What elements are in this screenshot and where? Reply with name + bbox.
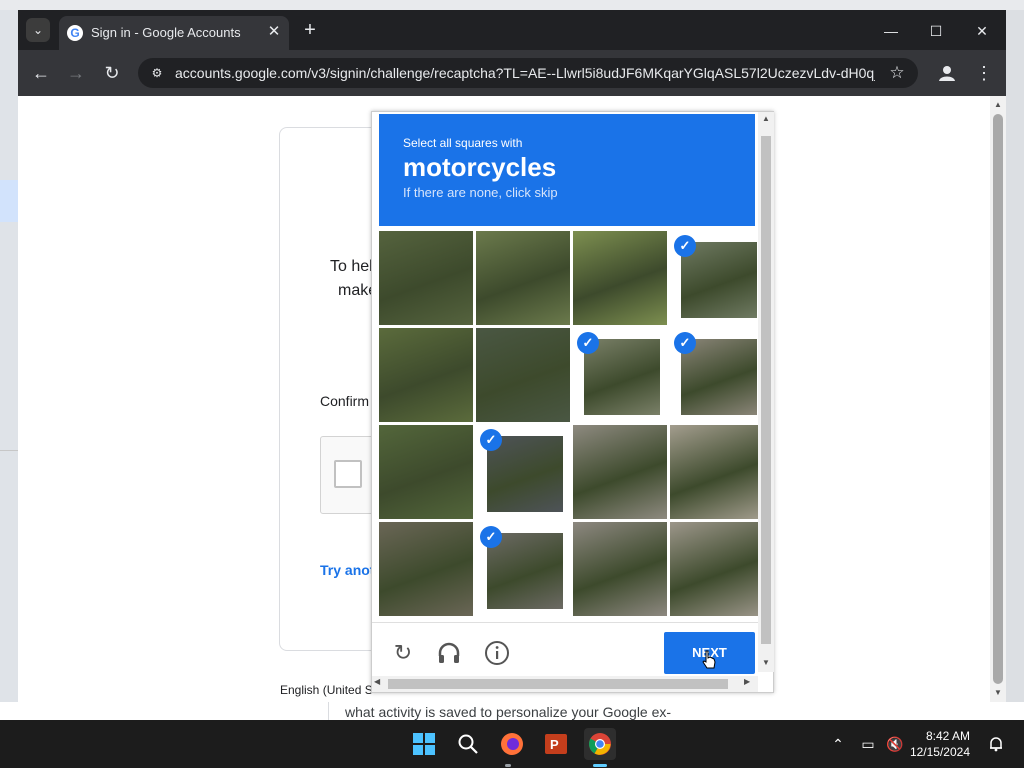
- captcha-tile[interactable]: [476, 328, 570, 422]
- google-favicon-icon: G: [67, 25, 83, 41]
- captcha-tile[interactable]: ✓: [573, 328, 667, 422]
- tab-title: Sign in - Google Accounts: [91, 25, 241, 40]
- notifications-bell-icon[interactable]: [986, 734, 1006, 754]
- skip-hint-text: If there are none, click skip: [403, 185, 558, 200]
- firefox-icon[interactable]: [496, 728, 528, 760]
- tile-image: [379, 425, 473, 519]
- tab-search-button[interactable]: ⌄: [26, 18, 50, 42]
- try-another-way-link[interactable]: Try anot: [320, 562, 374, 578]
- tile-image: [379, 328, 473, 422]
- new-tab-button[interactable]: +: [298, 18, 322, 42]
- target-object-text: motorcycles: [403, 152, 557, 182]
- url-text[interactable]: accounts.google.com/v3/signin/challenge/…: [175, 65, 875, 81]
- system-clock[interactable]: 8:42 AM 12/15/2024: [908, 728, 970, 760]
- checkmark-icon: ✓: [480, 429, 502, 451]
- recaptcha-challenge-popup: Select all squares with motorcycles If t…: [371, 111, 774, 693]
- chrome-icon[interactable]: [584, 728, 616, 760]
- tile-image: [573, 425, 667, 519]
- checkmark-icon: ✓: [674, 235, 696, 257]
- checkmark-icon: ✓: [480, 526, 502, 548]
- captcha-tile[interactable]: [670, 425, 764, 519]
- network-icon[interactable]: ▭: [858, 734, 878, 754]
- captcha-tile[interactable]: ✓: [476, 522, 570, 616]
- windows-start-icon[interactable]: [408, 728, 440, 760]
- tile-image: [573, 522, 667, 616]
- captcha-tile[interactable]: [379, 231, 473, 325]
- popup-horizontal-scrollbar[interactable]: ◀ ▶: [372, 676, 758, 692]
- site-info-icon[interactable]: ⚙: [148, 64, 166, 82]
- footer-divider: [372, 622, 759, 623]
- background-window-edge-right: [1006, 10, 1024, 720]
- maximize-button[interactable]: ☐: [925, 20, 947, 42]
- captcha-tile[interactable]: [573, 231, 667, 325]
- tile-image: [379, 522, 473, 616]
- clock-time: 8:42 AM: [925, 729, 970, 743]
- challenge-image-grid: ✓ ✓ ✓ ✓ ✓: [379, 231, 764, 617]
- recaptcha-checkbox[interactable]: [334, 460, 362, 488]
- windows-taskbar: P ⌃ ▭ 🔇 8:42 AM 12/15/2024: [0, 720, 1024, 768]
- back-arrow-icon[interactable]: ←: [30, 62, 52, 84]
- tile-image: [670, 425, 764, 519]
- tile-image: [573, 231, 667, 325]
- minimize-button[interactable]: —: [880, 20, 902, 42]
- hand-cursor-icon: [702, 650, 716, 669]
- search-icon[interactable]: [452, 728, 484, 760]
- captcha-tile[interactable]: [476, 231, 570, 325]
- reload-icon[interactable]: ↻: [101, 62, 123, 84]
- captcha-tile[interactable]: [670, 522, 764, 616]
- challenge-header: Select all squares with motorcycles If t…: [379, 114, 755, 226]
- tray-chevron-icon[interactable]: ⌃: [828, 734, 848, 754]
- audio-challenge-icon[interactable]: [436, 640, 462, 666]
- clock-date: 12/15/2024: [909, 745, 970, 759]
- background-partial-text: what activity is saved to personalize yo…: [345, 704, 672, 720]
- bookmark-star-icon[interactable]: ☆: [886, 62, 908, 84]
- captcha-tile[interactable]: [379, 328, 473, 422]
- captcha-tile[interactable]: [573, 425, 667, 519]
- tile-image: [670, 522, 764, 616]
- page-viewport: To hel make Confirm Try anot English (Un…: [18, 96, 990, 702]
- captcha-tile[interactable]: [379, 425, 473, 519]
- confirm-label: Confirm: [320, 393, 370, 409]
- tab-strip: ⌄ G Sign in - Google Accounts ✕ + — ☐ ✕: [18, 10, 1006, 50]
- background-window-bottom: what activity is saved to personalize yo…: [0, 702, 1024, 720]
- desktop-top-strip: [0, 0, 1024, 10]
- tile-image: [476, 328, 570, 422]
- address-bar[interactable]: ⚙ accounts.google.com/v3/signin/challeng…: [138, 58, 918, 88]
- volume-muted-icon[interactable]: 🔇: [885, 734, 905, 754]
- tile-image: [476, 231, 570, 325]
- tile-image: [379, 231, 473, 325]
- checkmark-icon: ✓: [674, 332, 696, 354]
- captcha-tile[interactable]: ✓: [476, 425, 570, 519]
- popup-vertical-scrollbar[interactable]: ▲ ▼: [758, 112, 774, 672]
- reload-challenge-icon[interactable]: ↻: [390, 640, 416, 666]
- captcha-tile[interactable]: [573, 522, 667, 616]
- chrome-window: ⌄ G Sign in - Google Accounts ✕ + — ☐ ✕ …: [18, 10, 1006, 702]
- forward-arrow-icon[interactable]: →: [65, 62, 87, 84]
- captcha-tile[interactable]: [379, 522, 473, 616]
- browser-toolbar: ← → ↻ ⚙ accounts.google.com/v3/signin/ch…: [18, 50, 1006, 96]
- captcha-tile[interactable]: ✓: [670, 328, 764, 422]
- captcha-tile[interactable]: ✓: [670, 231, 764, 325]
- svg-text:P: P: [550, 737, 559, 752]
- tab-sign-in[interactable]: G Sign in - Google Accounts ✕: [59, 16, 289, 50]
- instruction-text: Select all squares with: [403, 136, 523, 150]
- info-icon[interactable]: [484, 640, 510, 666]
- background-window-edge: [0, 10, 18, 720]
- language-selector[interactable]: English (United S: [280, 683, 373, 697]
- menu-kebab-icon[interactable]: ⋮: [973, 62, 995, 84]
- page-vertical-scrollbar[interactable]: ▲ ▼: [990, 96, 1006, 702]
- checkmark-icon: ✓: [577, 332, 599, 354]
- profile-icon[interactable]: [936, 62, 958, 84]
- close-window-button[interactable]: ✕: [971, 20, 993, 42]
- signin-message-line1: To hel: [330, 258, 373, 275]
- tab-close-icon[interactable]: ✕: [265, 23, 283, 41]
- powerpoint-icon[interactable]: P: [540, 728, 572, 760]
